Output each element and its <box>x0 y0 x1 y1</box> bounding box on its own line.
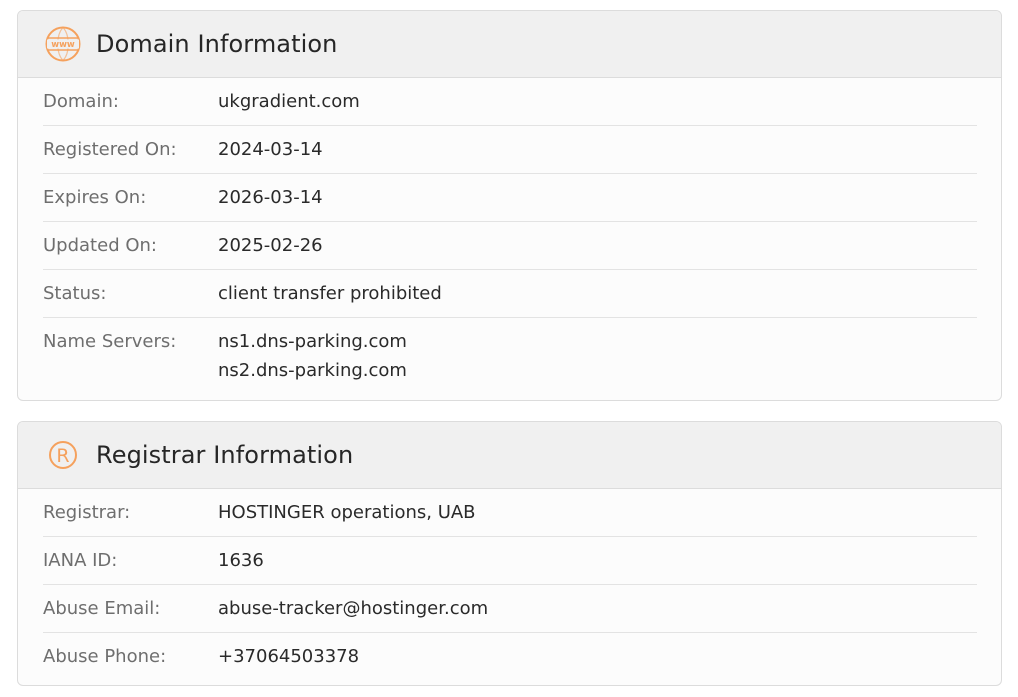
row-label: Abuse Phone: <box>43 646 167 667</box>
info-row-registrar: Registrar: HOSTINGER operations, UAB <box>43 489 977 537</box>
info-row-registered-on: Registered On: 2024-03-14 <box>43 126 977 174</box>
row-value: 2024-03-14 <box>218 139 323 160</box>
svg-text:www: www <box>51 40 75 50</box>
info-row-updated-on: Updated On: 2025-02-26 <box>43 222 977 270</box>
row-label: Updated On: <box>43 235 157 256</box>
info-row-domain: Domain: ukgradient.com <box>43 78 977 126</box>
row-value: client transfer prohibited <box>218 283 442 304</box>
abuse-email-value[interactable]: abuse-tracker@hostinger.com <box>218 594 488 623</box>
row-value: HOSTINGER operations, UAB <box>218 502 476 523</box>
registrar-information-card: R Registrar Information Registrar: HOSTI… <box>17 421 1002 686</box>
row-label: Abuse Email: <box>43 598 161 619</box>
row-value: 1636 <box>218 550 264 571</box>
www-globe-icon: www <box>44 25 82 63</box>
info-row-abuse-email: Abuse Email: abuse-tracker@hostinger.com <box>43 585 977 633</box>
abuse-phone-value[interactable]: +37064503378 <box>218 642 359 671</box>
registrar-information-rows: Registrar: HOSTINGER operations, UAB IAN… <box>18 489 1001 681</box>
row-label: Registered On: <box>43 139 177 160</box>
info-row-iana-id: IANA ID: 1636 <box>43 537 977 585</box>
svg-text:R: R <box>56 445 69 467</box>
row-value: 2025-02-26 <box>218 235 323 256</box>
domain-information-header: www Domain Information <box>18 11 1001 78</box>
name-servers-list: ns1.dns-parking.com ns2.dns-parking.com <box>218 327 407 385</box>
name-server-1: ns1.dns-parking.com <box>218 331 407 352</box>
row-label: Status: <box>43 283 107 304</box>
row-label: Expires On: <box>43 187 147 208</box>
name-server-2: ns2.dns-parking.com <box>218 360 407 381</box>
info-row-expires-on: Expires On: 2026-03-14 <box>43 174 977 222</box>
row-label: IANA ID: <box>43 550 118 571</box>
registered-icon: R <box>44 436 82 474</box>
domain-information-card: www Domain Information Domain: ukgradien… <box>17 10 1002 401</box>
info-row-abuse-phone: Abuse Phone: +37064503378 <box>43 633 977 681</box>
registrar-information-title: Registrar Information <box>96 441 354 469</box>
row-value: ukgradient.com <box>218 91 360 112</box>
row-label: Name Servers: <box>43 331 177 352</box>
row-label: Registrar: <box>43 502 131 523</box>
domain-information-rows: Domain: ukgradient.com Registered On: 20… <box>18 78 1001 385</box>
row-label: Domain: <box>43 91 119 112</box>
registrar-information-header: R Registrar Information <box>18 422 1001 489</box>
info-row-status: Status: client transfer prohibited <box>43 270 977 318</box>
row-value: 2026-03-14 <box>218 187 323 208</box>
domain-information-title: Domain Information <box>96 30 338 58</box>
info-row-name-servers: Name Servers: ns1.dns-parking.com ns2.dn… <box>43 318 977 385</box>
